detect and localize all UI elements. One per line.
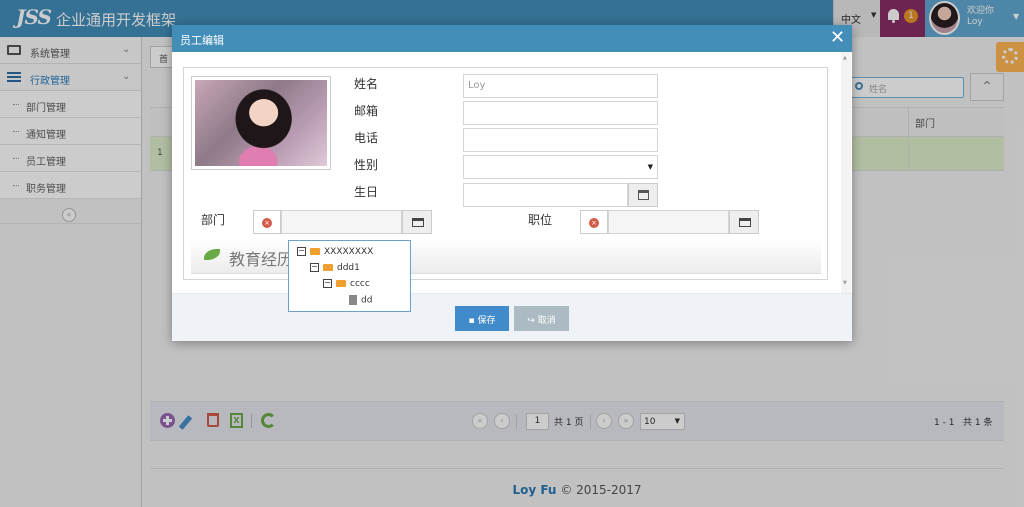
photo-image [195,80,327,166]
position-label: 职位 [528,213,553,227]
name-label: 姓名 [354,77,379,91]
gender-label: 性别 [354,158,379,172]
tree-node[interactable]: − ddd1 [310,263,360,275]
clear-position-button[interactable]: × [580,210,608,234]
folder-open-icon [336,280,346,287]
birthday-field[interactable] [463,183,628,207]
gender-select[interactable]: ▼ [463,155,658,179]
phone-field[interactable] [463,128,658,152]
employee-photo[interactable] [191,76,331,170]
folder-open-icon [310,248,320,255]
file-icon [349,295,357,305]
education-label: 教育经历 [229,250,294,269]
tree-node-label: ddd1 [337,263,360,273]
leaf-icon [204,249,220,260]
phone-label: 电话 [354,131,379,145]
birthday-label: 生日 [354,185,379,199]
tree-node-label: dd [361,295,373,306]
scrollbar[interactable]: ▲ ▼ [841,52,851,293]
education-section-header[interactable]: 教育经历 [191,238,821,274]
close-icon[interactable]: ✕ [830,27,845,48]
department-field[interactable] [281,210,402,234]
tree-node[interactable]: − XXXXXXXX [297,247,373,259]
cancel-button[interactable]: ↪ 取消 [514,306,569,331]
department-tree-dropdown: − XXXXXXXX − ddd1 − cccc dd [288,240,411,312]
reply-icon: ↪ [527,316,538,326]
table-icon [412,218,424,227]
table-icon [739,218,751,227]
employee-edit-dialog: 员工编辑 ✕ ▲ ▼ 姓名 Loy 邮箱 电话 性别 ▼ 生日 部门 × 职位 … [172,25,852,341]
tree-node[interactable]: dd [349,295,372,307]
collapse-icon[interactable]: − [323,279,332,288]
calendar-icon [638,190,649,200]
position-field[interactable] [608,210,729,234]
caret-down-icon: ▼ [647,163,653,171]
clear-icon: × [589,218,599,228]
dialog-header: 员工编辑 ✕ [172,25,852,52]
employee-form: 姓名 Loy 邮箱 电话 性别 ▼ 生日 部门 × 职位 × 教育经历 [183,67,828,280]
clear-department-button[interactable]: × [253,210,281,234]
department-picker-button[interactable] [402,210,432,234]
collapse-icon[interactable]: − [310,263,319,272]
dialog-body: ▲ ▼ 姓名 Loy 邮箱 电话 性别 ▼ 生日 部门 × 职位 × 教育经历 [172,52,852,293]
cancel-label: 取消 [537,316,556,326]
email-label: 邮箱 [354,104,379,118]
save-button[interactable]: ▪ 保存 [455,306,509,331]
collapse-icon[interactable]: − [297,247,306,256]
scroll-up-icon: ▲ [843,55,847,61]
clear-icon: × [262,218,272,228]
tree-node-label: XXXXXXXX [324,247,374,257]
scroll-down-icon: ▼ [843,280,847,286]
position-picker-button[interactable] [729,210,759,234]
folder-open-icon [323,264,333,271]
dialog-footer: ▪ 保存 ↪ 取消 [172,293,852,341]
save-label: 保存 [477,316,496,326]
email-field[interactable] [463,101,658,125]
tree-node-label: cccc [350,279,370,289]
department-label: 部门 [201,213,226,227]
name-field[interactable]: Loy [463,74,658,98]
tree-node[interactable]: − cccc [323,279,370,291]
calendar-button[interactable] [628,183,658,207]
dialog-title: 员工编辑 [180,34,224,47]
